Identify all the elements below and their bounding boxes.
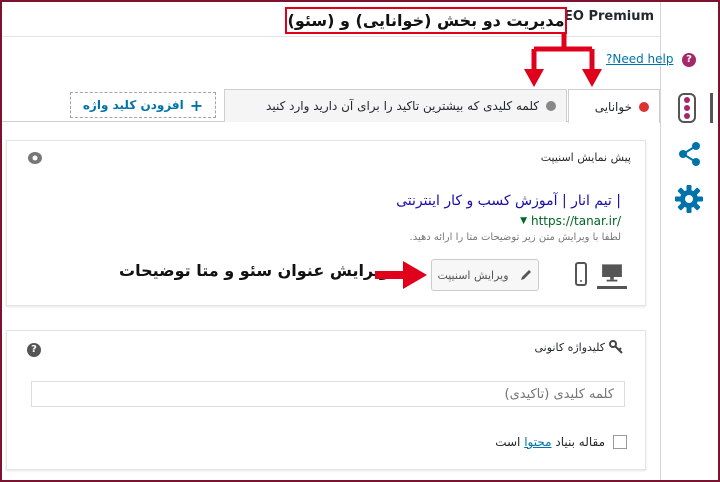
- cornerstone-option: مقاله بنیاد محتوا است: [495, 435, 627, 449]
- share-icon[interactable]: [676, 140, 704, 168]
- keyphrase-title-text: کلیدواژه کانونی: [534, 341, 605, 354]
- focus-keyphrase-input[interactable]: [31, 381, 625, 407]
- focus-keyphrase-panel: ? کلیدواژه کانونی مقاله بنیاد محتوا است: [6, 330, 646, 470]
- tab-keyphrase[interactable]: کلمه کلیدی که بیشترین تاکید را برای آن د…: [224, 89, 567, 122]
- snippet-meta-description[interactable]: لطفا با ویرایش متن زیر توضیحات متا را ار…: [410, 232, 621, 243]
- need-help-link[interactable]: ?Need help: [606, 52, 673, 66]
- eye-icon[interactable]: [27, 151, 43, 165]
- cornerstone-prefix: مقاله بنیاد: [555, 435, 605, 449]
- add-keyword-button[interactable]: + افزودن کلید واژه: [70, 92, 216, 118]
- tab-readability-label: خوانایی: [594, 99, 632, 114]
- snippet-panel-title: پیش نمایش اسنیپت: [540, 151, 631, 164]
- mobile-icon[interactable]: [571, 261, 591, 287]
- snippet-url-text: https://tanar.ir/: [531, 214, 621, 228]
- tab-readability[interactable]: خوانایی: [568, 89, 660, 123]
- edit-snippet-button[interactable]: ویرایش اسنیپت: [431, 259, 539, 291]
- pencil-icon: [520, 270, 531, 280]
- gear-icon[interactable]: [674, 184, 704, 214]
- snippet-preview-panel: پیش نمایش اسنیپت | تیم انار | آموزش کسب …: [6, 140, 646, 306]
- snippet-url: ▼ https://tanar.ir/: [520, 214, 621, 228]
- annotation-arrow-group: [524, 33, 602, 87]
- cornerstone-checkbox[interactable]: [613, 435, 627, 449]
- annotation-top: مدیریت دو بخش (خوانایی) و (سئو): [285, 7, 567, 34]
- plus-icon: +: [189, 95, 204, 115]
- question-icon[interactable]: ?: [27, 343, 41, 357]
- key-icon: [609, 340, 623, 354]
- add-keyword-label: افزودن کلید واژه: [82, 98, 184, 112]
- cornerstone-link[interactable]: محتوا: [524, 435, 551, 449]
- traffic-light-icon[interactable]: [678, 93, 696, 123]
- annotation-edit-snippet: ویرایش عنوان سئو و متا توضیحات: [119, 261, 390, 280]
- annotation-arrow-stem: [531, 33, 595, 71]
- desktop-icon[interactable]: [597, 259, 627, 289]
- cornerstone-suffix: است: [495, 435, 521, 449]
- yoast-sidebar: [660, 2, 717, 480]
- status-bad-icon: [639, 101, 649, 112]
- keyphrase-panel-title: کلیدواژه کانونی: [535, 341, 605, 354]
- annotation-arrow-head-right: [582, 69, 602, 87]
- annotation-arrow-head-left: [524, 69, 544, 87]
- edit-snippet-label: ویرایش اسنیپت: [437, 268, 509, 282]
- help-icon[interactable]: ?: [682, 53, 696, 67]
- status-none-icon: [546, 101, 556, 111]
- cornerstone-label: مقاله بنیاد محتوا است: [495, 435, 605, 449]
- snippet-seo-title[interactable]: | تیم انار | آموزش کسب و کار اینترنتی: [396, 193, 621, 209]
- tab-keyphrase-label: کلمه کلیدی که بیشترین تاکید را برای آن د…: [266, 99, 539, 113]
- annotation-arrow-edit: [375, 261, 427, 289]
- url-dropdown-icon: ▼: [520, 216, 527, 226]
- active-indicator: [710, 93, 713, 123]
- metabox-header: Yoast SEO Premium مدیریت دو بخش (خوانایی…: [2, 2, 660, 37]
